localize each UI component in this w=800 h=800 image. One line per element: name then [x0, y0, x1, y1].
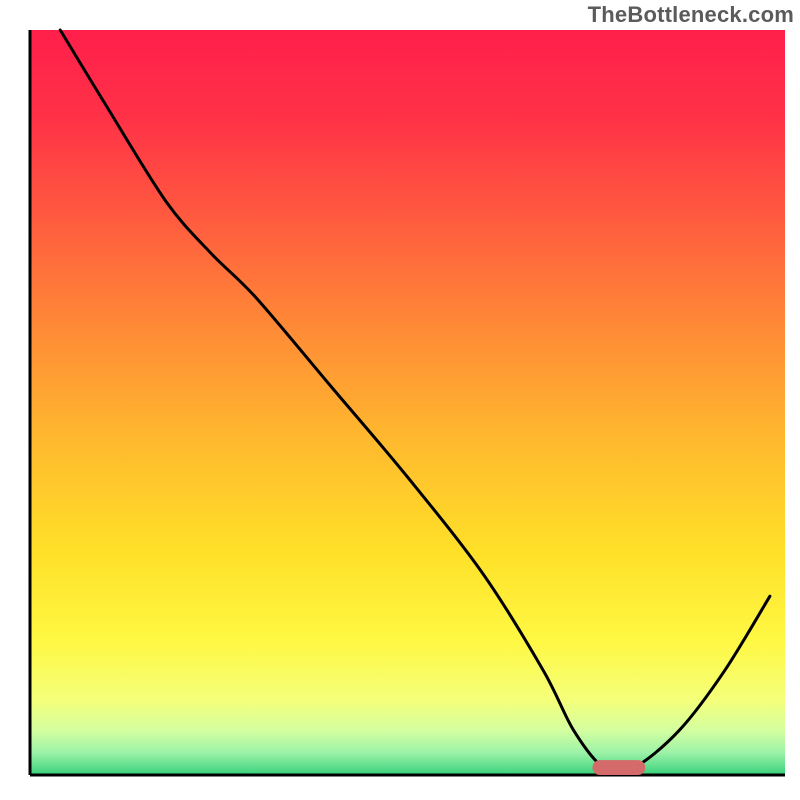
chart-canvas [0, 0, 800, 800]
plot-background [30, 30, 785, 775]
chart-frame: TheBottleneck.com [0, 0, 800, 800]
optimum-marker [592, 760, 645, 775]
watermark-text: TheBottleneck.com [588, 2, 794, 28]
